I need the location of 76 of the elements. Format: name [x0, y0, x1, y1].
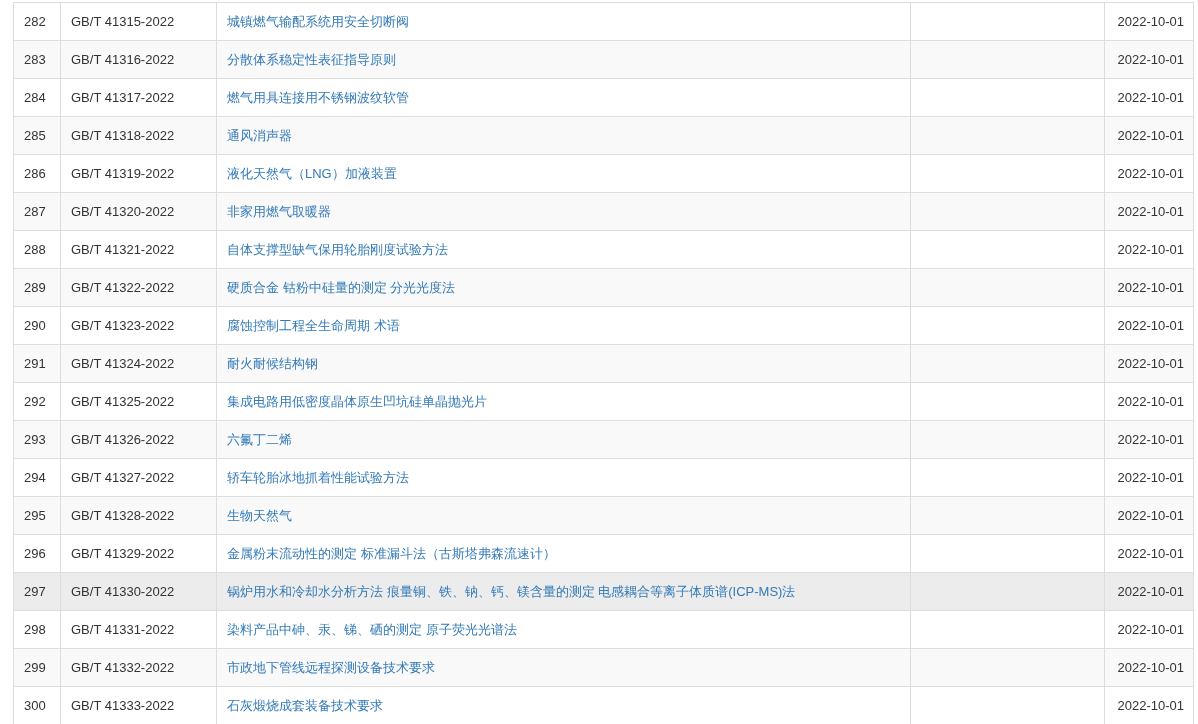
standard-code: GB/T 41327-2022	[71, 470, 175, 485]
standard-title-link[interactable]: 染料产品中砷、汞、锑、硒的测定 原子荧光光谱法	[227, 620, 517, 639]
date-text: 2022-10-01	[1117, 52, 1184, 67]
row-number: 295	[24, 508, 46, 523]
standard-title-link[interactable]: 液化天然气（LNG）加液装置	[227, 164, 397, 183]
row-number: 292	[24, 394, 46, 409]
standard-code: GB/T 41325-2022	[71, 394, 175, 409]
standard-code: GB/T 41323-2022	[71, 318, 175, 333]
date-text: 2022-10-01	[1117, 622, 1184, 637]
standard-title-link[interactable]: 耐火耐候结构钢	[227, 354, 318, 373]
row-number: 289	[24, 280, 46, 295]
date-text: 2022-10-01	[1117, 128, 1184, 143]
row-number: 285	[24, 128, 46, 143]
standard-title-link[interactable]: 腐蚀控制工程全生命周期 术语	[227, 316, 400, 335]
standard-title-link[interactable]: 六氟丁二烯	[227, 430, 292, 449]
standard-code: GB/T 41328-2022	[71, 508, 175, 523]
date-text: 2022-10-01	[1117, 660, 1184, 675]
standard-code: GB/T 41324-2022	[71, 356, 175, 371]
date-text: 2022-10-01	[1117, 204, 1184, 219]
standard-title-link[interactable]: 轿车轮胎冰地抓着性能试验方法	[227, 468, 409, 487]
row-number: 284	[24, 90, 46, 105]
row-number: 290	[24, 318, 46, 333]
standard-code: GB/T 41321-2022	[71, 242, 175, 257]
standard-code: GB/T 41326-2022	[71, 432, 175, 447]
standard-code: GB/T 41333-2022	[71, 698, 175, 713]
date-text: 2022-10-01	[1117, 546, 1184, 561]
standard-title-link[interactable]: 城镇燃气输配系统用安全切断阀	[227, 12, 409, 31]
standard-code: GB/T 41332-2022	[71, 660, 175, 675]
row-number: 293	[24, 432, 46, 447]
row-number: 298	[24, 622, 46, 637]
row-number: 300	[24, 698, 46, 713]
row-number: 286	[24, 166, 46, 181]
standard-title-link[interactable]: 石灰煅烧成套装备技术要求	[227, 696, 383, 715]
date-text: 2022-10-01	[1117, 90, 1184, 105]
standard-title-link[interactable]: 非家用燃气取暖器	[227, 202, 331, 221]
date-text: 2022-10-01	[1117, 166, 1184, 181]
standard-title-link[interactable]: 金属粉末流动性的测定 标准漏斗法（古斯塔弗森流速计）	[227, 544, 556, 563]
row-number: 288	[24, 242, 46, 257]
standard-title-link[interactable]: 锅炉用水和冷却水分析方法 痕量铜、铁、钠、钙、镁含量的测定 电感耦合等离子体质谱(ICP-MS)法	[227, 582, 796, 601]
row-number: 282	[24, 14, 46, 29]
row-number: 294	[24, 470, 46, 485]
row-number: 297	[24, 584, 46, 599]
date-text: 2022-10-01	[1117, 356, 1184, 371]
standard-code: GB/T 41319-2022	[71, 166, 175, 181]
row-number: 283	[24, 52, 46, 67]
standard-code: GB/T 41317-2022	[71, 90, 175, 105]
standard-title-link[interactable]: 集成电路用低密度晶体原生凹坑硅单晶抛光片	[227, 392, 487, 411]
row-number: 296	[24, 546, 46, 561]
row-number: 299	[24, 660, 46, 675]
date-text: 2022-10-01	[1117, 698, 1184, 713]
standard-title-link[interactable]: 燃气用具连接用不锈钢波纹软管	[227, 88, 409, 107]
standard-title-link[interactable]: 生物天然气	[227, 506, 292, 525]
date-text: 2022-10-01	[1117, 280, 1184, 295]
standard-code: GB/T 41330-2022	[71, 584, 175, 599]
standard-title-link[interactable]: 自体支撑型缺气保用轮胎刚度试验方法	[227, 240, 448, 259]
date-text: 2022-10-01	[1117, 394, 1184, 409]
date-text: 2022-10-01	[1117, 318, 1184, 333]
standard-title-link[interactable]: 市政地下管线远程探测设备技术要求	[227, 658, 435, 677]
row-number: 291	[24, 356, 46, 371]
standard-code: GB/T 41318-2022	[71, 128, 175, 143]
row-number: 287	[24, 204, 46, 219]
standard-code: GB/T 41315-2022	[71, 14, 175, 29]
date-text: 2022-10-01	[1117, 508, 1184, 523]
standard-title-link[interactable]: 硬质合金 钴粉中硅量的测定 分光光度法	[227, 278, 456, 297]
date-text: 2022-10-01	[1117, 14, 1184, 29]
date-text: 2022-10-01	[1117, 584, 1184, 599]
standard-code: GB/T 41322-2022	[71, 280, 175, 295]
standard-code: GB/T 41329-2022	[71, 546, 175, 561]
date-text: 2022-10-01	[1117, 242, 1184, 257]
standard-code: GB/T 41316-2022	[71, 52, 175, 67]
standard-title-link[interactable]: 分散体系稳定性表征指导原则	[227, 50, 396, 69]
standard-title-link[interactable]: 通风消声器	[227, 126, 292, 145]
standard-code: GB/T 41320-2022	[71, 204, 175, 219]
date-text: 2022-10-01	[1117, 470, 1184, 485]
date-text: 2022-10-01	[1117, 432, 1184, 447]
standard-code: GB/T 41331-2022	[71, 622, 175, 637]
